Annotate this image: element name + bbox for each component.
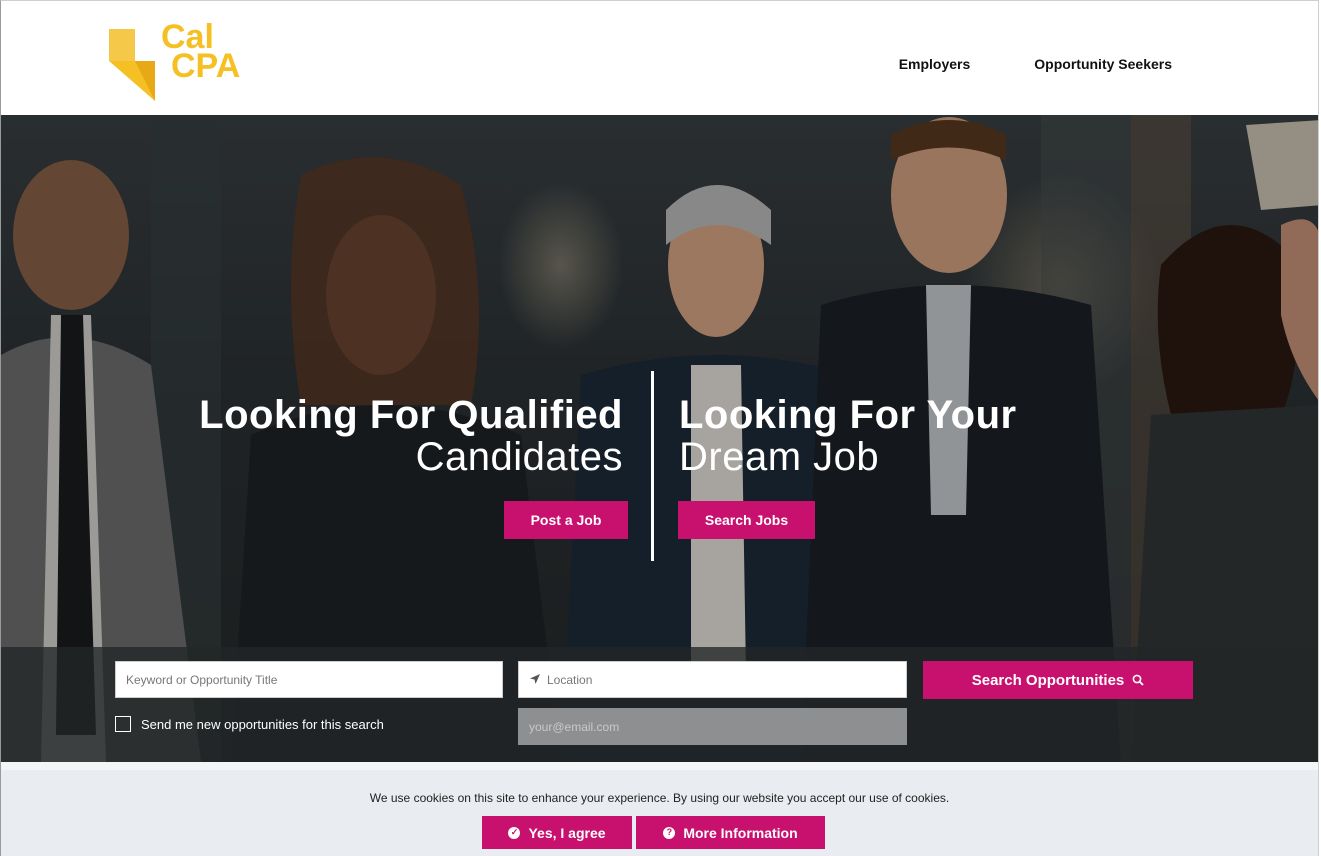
- agree-cookies-button[interactable]: ✓ Yes, I agree: [482, 816, 632, 849]
- send-alerts-checkbox[interactable]: [115, 716, 131, 732]
- search-icon: [1132, 674, 1144, 686]
- search-jobs-button[interactable]: Search Jobs: [678, 501, 815, 539]
- more-information-label: More Information: [683, 824, 798, 841]
- location-input[interactable]: [518, 661, 907, 698]
- question-circle-icon: ?: [663, 826, 676, 839]
- cookie-actions: ✓ Yes, I agree ? More Information: [482, 816, 825, 849]
- alert-option: Send me new opportunities for this searc…: [115, 716, 384, 732]
- search-opportunities-label: Search Opportunities: [971, 671, 1125, 689]
- cta-divider: [651, 371, 654, 561]
- location-arrow-icon: [530, 674, 540, 684]
- post-job-button[interactable]: Post a Job: [504, 501, 628, 539]
- location-field: [518, 661, 907, 698]
- seeker-cta-heading: Looking For Your: [679, 393, 1017, 437]
- main-nav: Employers Opportunity Seekers: [899, 56, 1172, 72]
- seeker-cta: Looking For Your Dream Job: [679, 395, 1017, 479]
- nav-opportunity-seekers[interactable]: Opportunity Seekers: [1034, 56, 1172, 72]
- nav-employers[interactable]: Employers: [899, 56, 971, 72]
- site-header: Cal CPA Employers Opportunity Seekers: [1, 1, 1318, 115]
- send-alerts-label[interactable]: Send me new opportunities for this searc…: [141, 717, 384, 732]
- search-opportunities-button[interactable]: Search Opportunities: [923, 661, 1193, 699]
- employer-cta-heading: Looking For Qualified: [199, 393, 623, 437]
- alert-email-input[interactable]: [518, 708, 907, 745]
- logo-line2: CPA: [171, 47, 241, 85]
- check-circle-icon: ✓: [508, 826, 521, 839]
- search-bar: Search Opportunities Send me new opportu…: [1, 647, 1318, 762]
- more-information-button[interactable]: ? More Information: [636, 816, 825, 849]
- cookie-message: We use cookies on this site to enhance y…: [369, 791, 950, 805]
- agree-cookies-label: Yes, I agree: [528, 824, 606, 841]
- keyword-input[interactable]: [115, 661, 503, 698]
- page: Cal CPA Employers Opportunity Seekers Lo…: [0, 0, 1319, 856]
- employer-cta-subheading: Candidates: [415, 435, 623, 479]
- cookie-banner: We use cookies on this site to enhance y…: [1, 762, 1318, 856]
- employer-cta: Looking For Qualified Candidates: [199, 395, 623, 479]
- calcpa-logo[interactable]: Cal CPA: [109, 20, 269, 103]
- hero-banner: Looking For Qualified Candidates Looking…: [1, 115, 1318, 762]
- seeker-cta-subheading: Dream Job: [679, 435, 880, 479]
- logo-wordmark: Cal CPA: [161, 20, 241, 85]
